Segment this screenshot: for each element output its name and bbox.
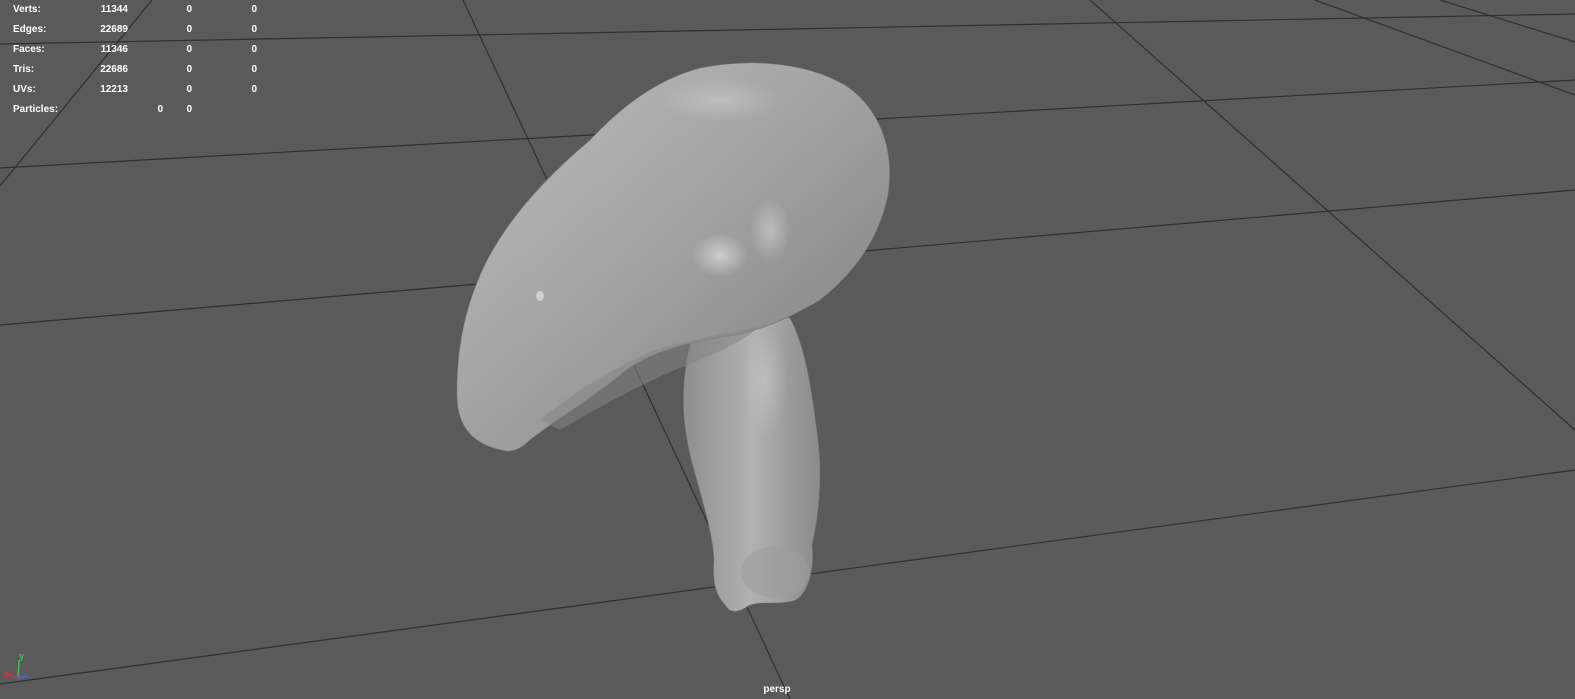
hud-label: Tris:: [13, 64, 35, 75]
cap-highlight: [692, 233, 748, 277]
hud-value: 0: [251, 44, 257, 55]
hud-value: 0: [186, 84, 192, 95]
hud-label: Verts:: [13, 4, 41, 15]
cap-bump: [536, 291, 544, 301]
z-axis-line: [17, 675, 29, 679]
camera-name-label: persp: [763, 684, 791, 695]
hud-value: 0: [186, 44, 192, 55]
view-axis-gizmo-icon: y x: [4, 652, 29, 679]
x-axis-line: [7, 673, 19, 679]
hud-value: 0: [251, 4, 257, 15]
stem-base-bulge: [741, 546, 809, 598]
hud-label: Faces:: [13, 44, 45, 55]
perspective-viewport[interactable]: Verts: 11344 0 0 Edges: 22689 0 0 Faces:…: [0, 0, 1575, 699]
stem-highlight: [743, 320, 787, 440]
hud-value: 0: [186, 64, 192, 75]
hud-value: 0: [186, 4, 192, 15]
cap-highlight: [750, 198, 790, 262]
hud-row-verts: Verts: 11344 0 0: [0, 3, 270, 17]
hud-label: Edges:: [13, 24, 47, 35]
hud-row-tris: Tris: 22686 0 0: [0, 63, 270, 77]
cap-highlight: [660, 78, 780, 122]
hud-label: UVs:: [13, 84, 36, 95]
hud-value: 0: [186, 24, 192, 35]
hud-row-particles: Particles: 0 0: [0, 103, 270, 117]
hud-value: 11346: [100, 44, 128, 55]
y-axis-line: [17, 659, 20, 679]
hud-row-uvs: UVs: 12213 0 0: [0, 83, 270, 97]
hud-value: 22689: [100, 24, 128, 35]
hud-value: 0: [251, 84, 257, 95]
hud-row-faces: Faces: 11346 0 0: [0, 43, 270, 57]
hud-value: 0: [251, 64, 257, 75]
hud-value: 11344: [100, 4, 128, 15]
hud-value: 0: [251, 24, 257, 35]
mushroom-cap: [456, 62, 890, 452]
hud-label: Particles:: [13, 104, 59, 115]
poly-count-hud: Verts: 11344 0 0 Edges: 22689 0 0 Faces:…: [0, 0, 270, 120]
x-axis-label: x: [4, 669, 9, 679]
y-axis-label: y: [19, 652, 24, 661]
hud-value: 0: [186, 104, 192, 115]
hud-value: 22686: [100, 64, 128, 75]
hud-row-edges: Edges: 22689 0 0: [0, 23, 270, 37]
hud-value: 12213: [100, 84, 128, 95]
